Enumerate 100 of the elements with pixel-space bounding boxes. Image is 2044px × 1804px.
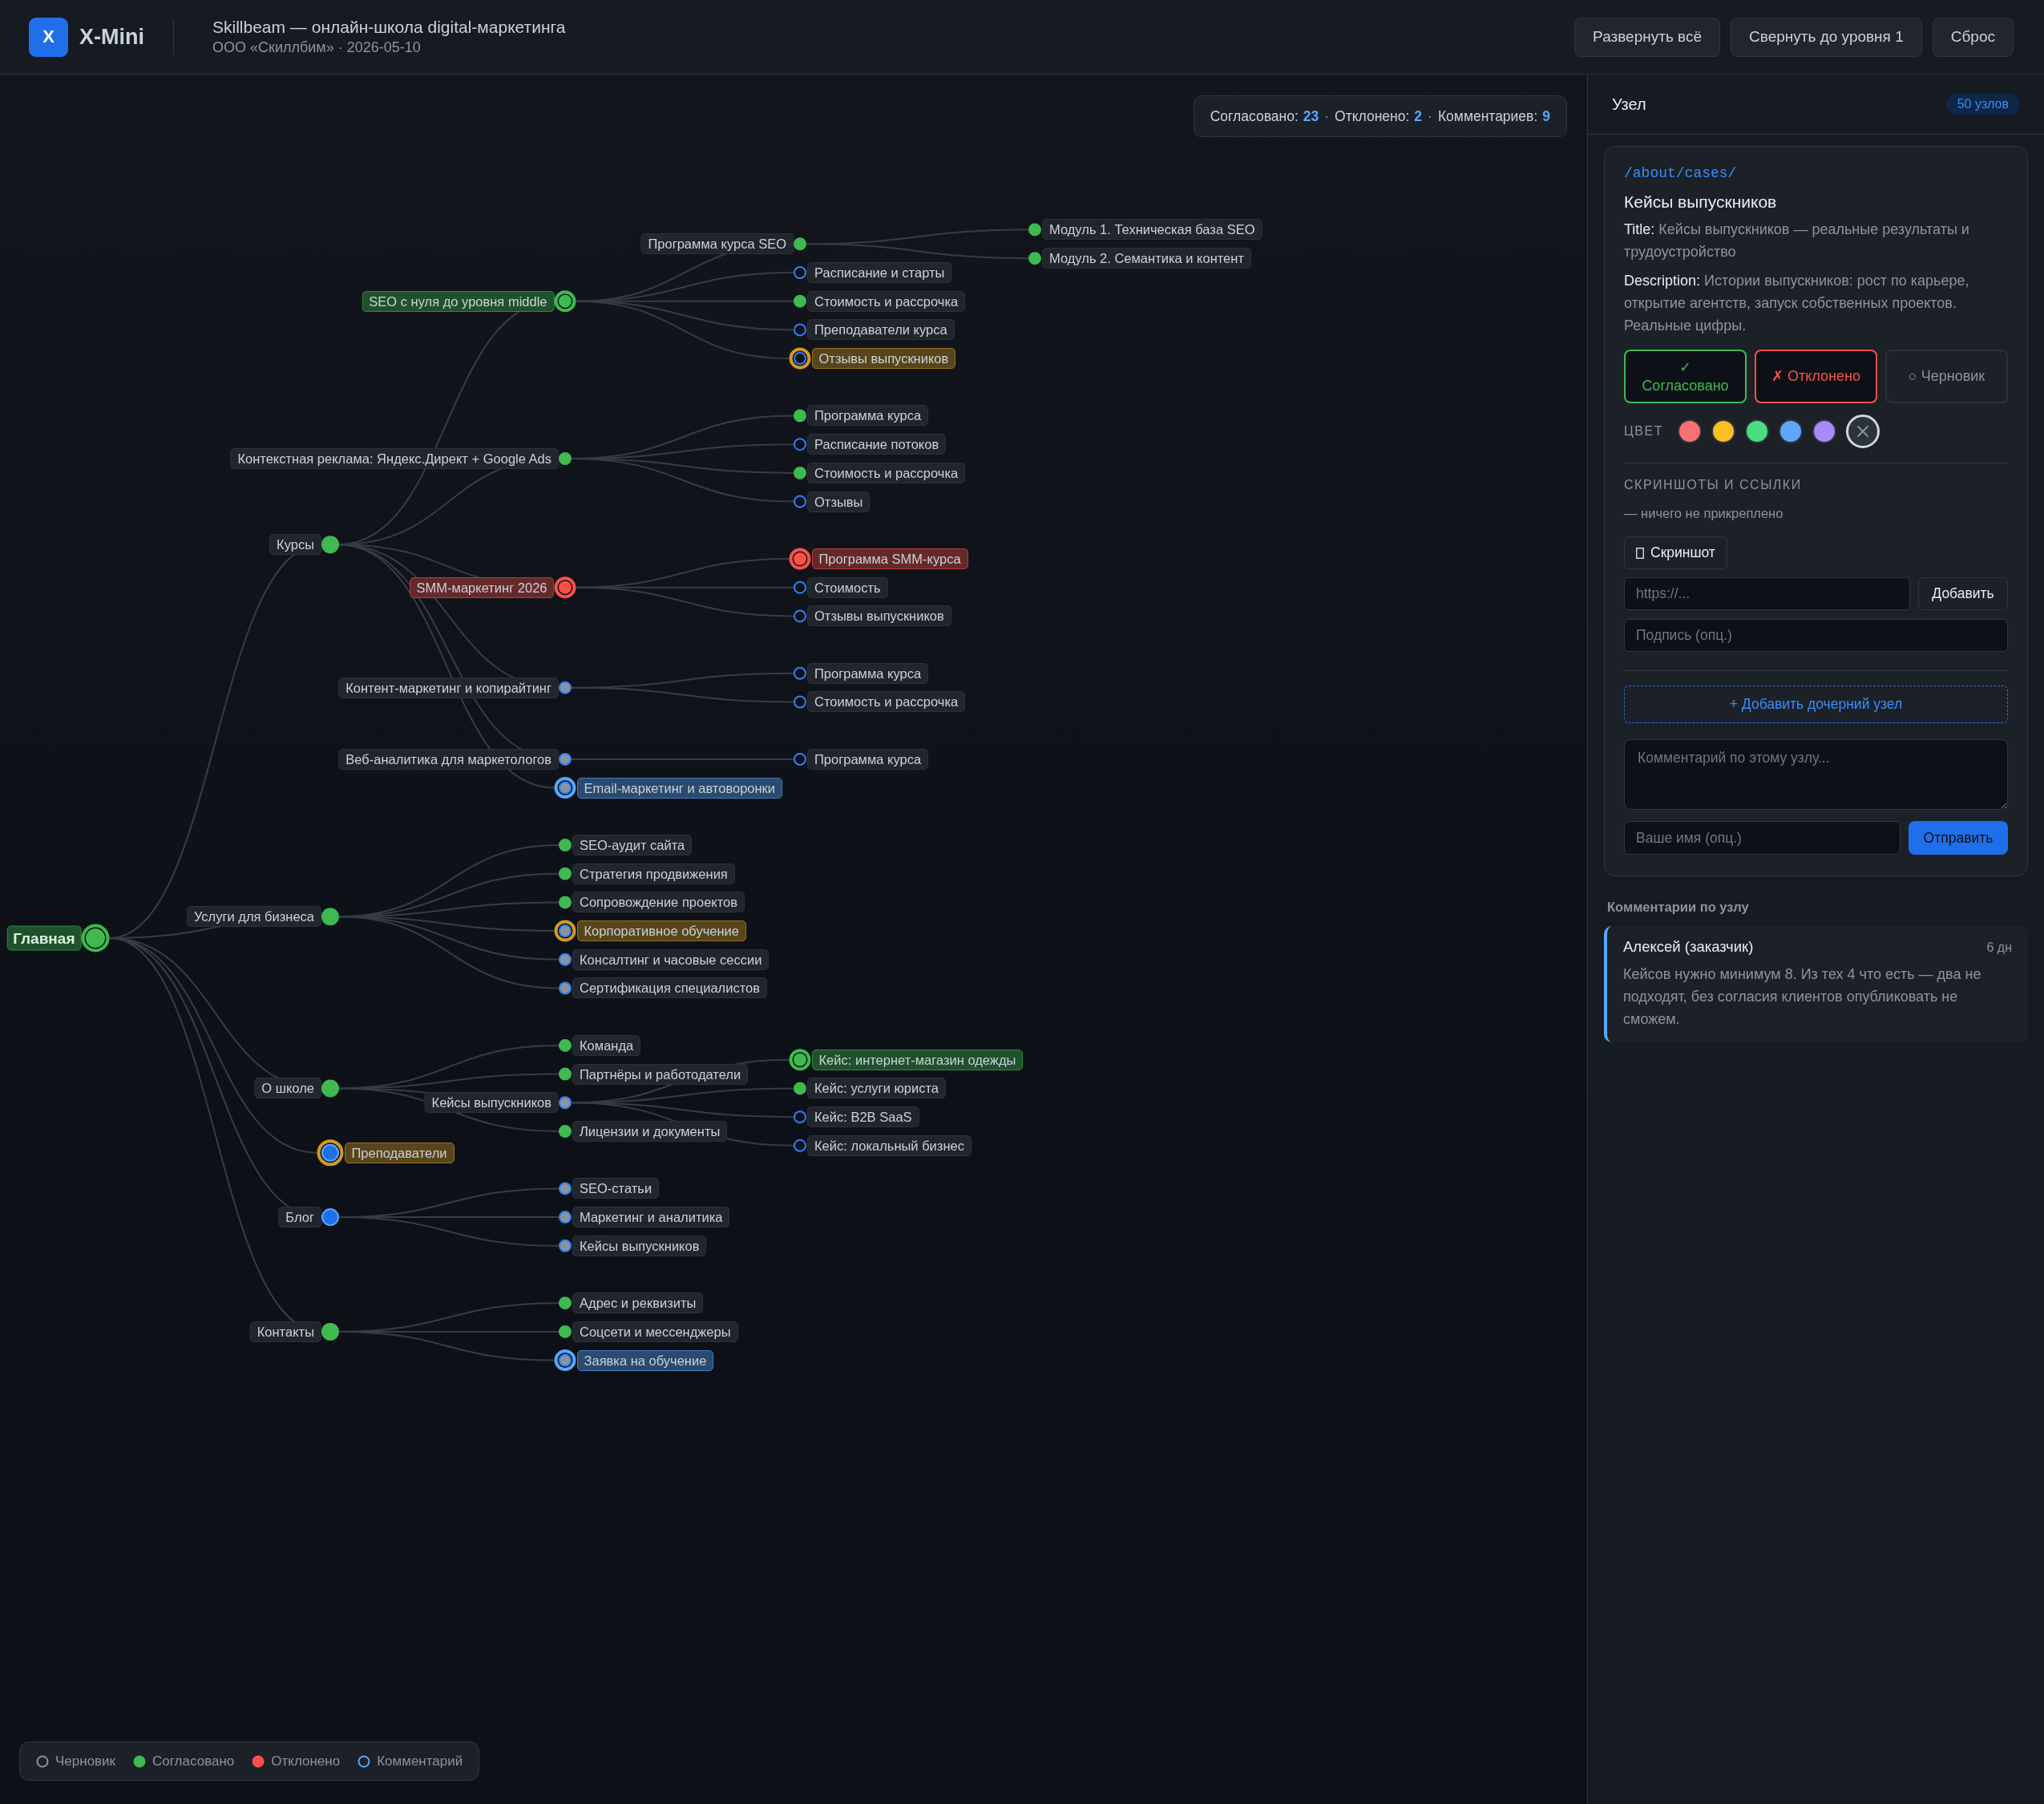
node-label[interactable]: Стоимость и рассрочка (807, 462, 966, 483)
status-dot-icon (36, 1754, 49, 1768)
status-dot-icon (559, 681, 572, 694)
toolbar-button[interactable]: Свернуть до уровня 1 (1731, 17, 1922, 57)
node-label[interactable]: Программа SMM-курса (811, 548, 968, 569)
node-label[interactable]: Стоимость (807, 576, 888, 598)
node-label[interactable]: Веб-аналитика для маркетологов (338, 748, 559, 770)
status-button[interactable]: ✗ Отклонено (1755, 350, 1877, 403)
comment-text: Кейсов нужно минимум 8. Из тех 4 что есть — два не подходят, без согласия клиентов опубликовать не сможем. (1623, 965, 1982, 1029)
color-label: ЦВЕТ (1624, 424, 1663, 439)
node-label[interactable]: Адрес и реквизиты (572, 1292, 704, 1314)
project-title: Skillbeam — онлайн-школа digital-маркетинга (212, 18, 566, 37)
status-dot-icon (794, 695, 806, 709)
status-dot-icon (321, 536, 339, 554)
node-label[interactable]: Блог (278, 1207, 321, 1228)
node-label[interactable]: Преподаватели (344, 1142, 454, 1163)
node-label[interactable]: Корпоративное обучение (576, 920, 746, 942)
node-label[interactable]: Контекстная реклама: Яндекс.Директ + Google Ads (230, 448, 559, 469)
add-link-button[interactable]: Добавить (1918, 577, 2008, 610)
status-dot-icon (559, 752, 572, 766)
node-label[interactable]: Стоимость и рассрочка (807, 290, 966, 312)
node-label[interactable]: Программа курса (807, 748, 929, 770)
empty-attachments-text: — ничего не прикреплено (1624, 506, 1784, 521)
color-swatch[interactable] (1778, 419, 1803, 443)
node-label[interactable]: Расписание и старты (807, 261, 952, 283)
node-label[interactable]: Программа курса SEO (640, 233, 794, 255)
app-logo: X (29, 17, 68, 57)
app-name: X-Mini (79, 24, 144, 50)
status-dot-icon (794, 237, 806, 251)
node-label[interactable]: Консалтинг и часовые сессии (572, 949, 770, 970)
node-label[interactable]: Кейс: услуги юриста (807, 1078, 946, 1099)
node-label[interactable]: Отзывы выпускников (807, 605, 951, 627)
node-label[interactable]: Модуль 1. Техническая база SEO (1042, 219, 1262, 241)
node-label[interactable]: Стоимость и рассрочка (807, 691, 966, 713)
add-child-node-button[interactable]: + Добавить дочерний узел (1624, 686, 2008, 723)
node-label[interactable]: Контакты (249, 1321, 321, 1342)
legend-label: Черновик (55, 1753, 116, 1770)
status-button[interactable]: ✓ Согласовано (1624, 350, 1747, 403)
status-dot-icon (794, 323, 806, 337)
node-label[interactable]: Курсы (269, 534, 321, 556)
node-label[interactable]: SEO-статьи (572, 1178, 660, 1199)
node-label[interactable]: SEO-аудит сайта (572, 834, 693, 855)
node-label[interactable]: Кейс: B2B SaaS (807, 1106, 919, 1128)
caption-input[interactable]: Подпись (опц.) (1624, 619, 2008, 652)
status-dot-icon (559, 953, 572, 966)
node-label[interactable]: Отзывы (807, 491, 871, 512)
node-label[interactable]: Стратегия продвижения (572, 863, 735, 884)
meta-field-text: Title: Кейсы выпускников — реальные результаты и трудоустройство (1624, 220, 1970, 261)
node-label[interactable]: SMM-маркетинг 2026 (409, 576, 555, 598)
color-swatch[interactable] (1812, 419, 1836, 443)
node-label[interactable]: Кейсы выпускников (424, 1092, 559, 1114)
node-label[interactable]: Email-маркетинг и автоворонки (576, 777, 783, 799)
toolbar-button[interactable]: Развернуть всё (1574, 17, 1721, 57)
status-dot-icon (794, 580, 806, 594)
send-button[interactable]: Отправить (1909, 821, 2008, 855)
legend-label: Отклонено (271, 1753, 341, 1770)
node-label[interactable]: SEO с нуля до уровня middle (362, 290, 555, 312)
node-label[interactable]: Сертификация специалистов (572, 977, 768, 999)
node-label[interactable]: Услуги для бизнеса (186, 906, 321, 928)
status-dot-icon (794, 495, 806, 508)
close-icon (1856, 426, 1868, 437)
status-dot-icon (559, 867, 572, 880)
status-dot-icon (559, 981, 572, 995)
node-label[interactable]: Заявка на обучение (576, 1349, 714, 1371)
toolbar-button[interactable]: Сброс (1932, 17, 2014, 57)
node-label[interactable]: Отзывы выпускников (811, 348, 956, 370)
color-swatch[interactable] (1711, 419, 1735, 443)
node-label[interactable]: Расписание потоков (807, 434, 947, 455)
color-swatch[interactable] (1744, 419, 1769, 443)
url-input[interactable]: https://... (1624, 577, 1910, 610)
node-label[interactable]: Команда (572, 1034, 641, 1056)
status-dot-icon (794, 1110, 806, 1124)
node-label[interactable]: Кейс: локальный бизнес (807, 1135, 972, 1156)
color-swatch[interactable] (1677, 419, 1702, 443)
status-dot-icon (794, 1139, 806, 1152)
node-label[interactable]: Контент-маркетинг и копирайтинг (338, 677, 559, 698)
status-dot-icon (794, 466, 806, 479)
node-label[interactable]: Кейс: интернет-магазин одежды (811, 1049, 1024, 1070)
node-label[interactable]: Главная (6, 925, 82, 951)
node-label[interactable]: Соцсети и мессенджеры (572, 1321, 738, 1342)
node-label[interactable]: Лицензии и документы (572, 1120, 728, 1142)
node-label[interactable]: Кейсы выпускников (572, 1235, 707, 1256)
clear-color-button[interactable] (1845, 415, 1880, 448)
node-label[interactable]: Программа курса (807, 405, 929, 427)
status-dot-icon (559, 1211, 572, 1224)
node-label[interactable]: Партнёры и работодатели (572, 1063, 749, 1085)
node-label[interactable]: Маркетинг и аналитика (572, 1207, 730, 1228)
status-button[interactable]: ○ Черновик (1885, 350, 2008, 403)
node-label[interactable]: Модуль 2. Семантика и контент (1042, 248, 1251, 269)
status-dot-icon (357, 1754, 371, 1768)
node-label[interactable]: Преподаватели курса (807, 319, 955, 341)
name-input[interactable]: Ваше имя (опц.) (1624, 821, 1901, 855)
node-label[interactable]: Программа курса (807, 662, 929, 684)
panel-title: Узел (1612, 95, 1646, 114)
node-label[interactable]: Сопровождение проектов (572, 892, 745, 913)
status-dot-icon (559, 1124, 572, 1138)
screenshot-button[interactable]: Скриншот (1624, 536, 1727, 569)
node-label[interactable]: О школе (254, 1078, 321, 1099)
legend-label: Согласовано (152, 1753, 235, 1770)
comment-textarea[interactable]: Комментарий по этому узлу... (1624, 739, 2008, 810)
